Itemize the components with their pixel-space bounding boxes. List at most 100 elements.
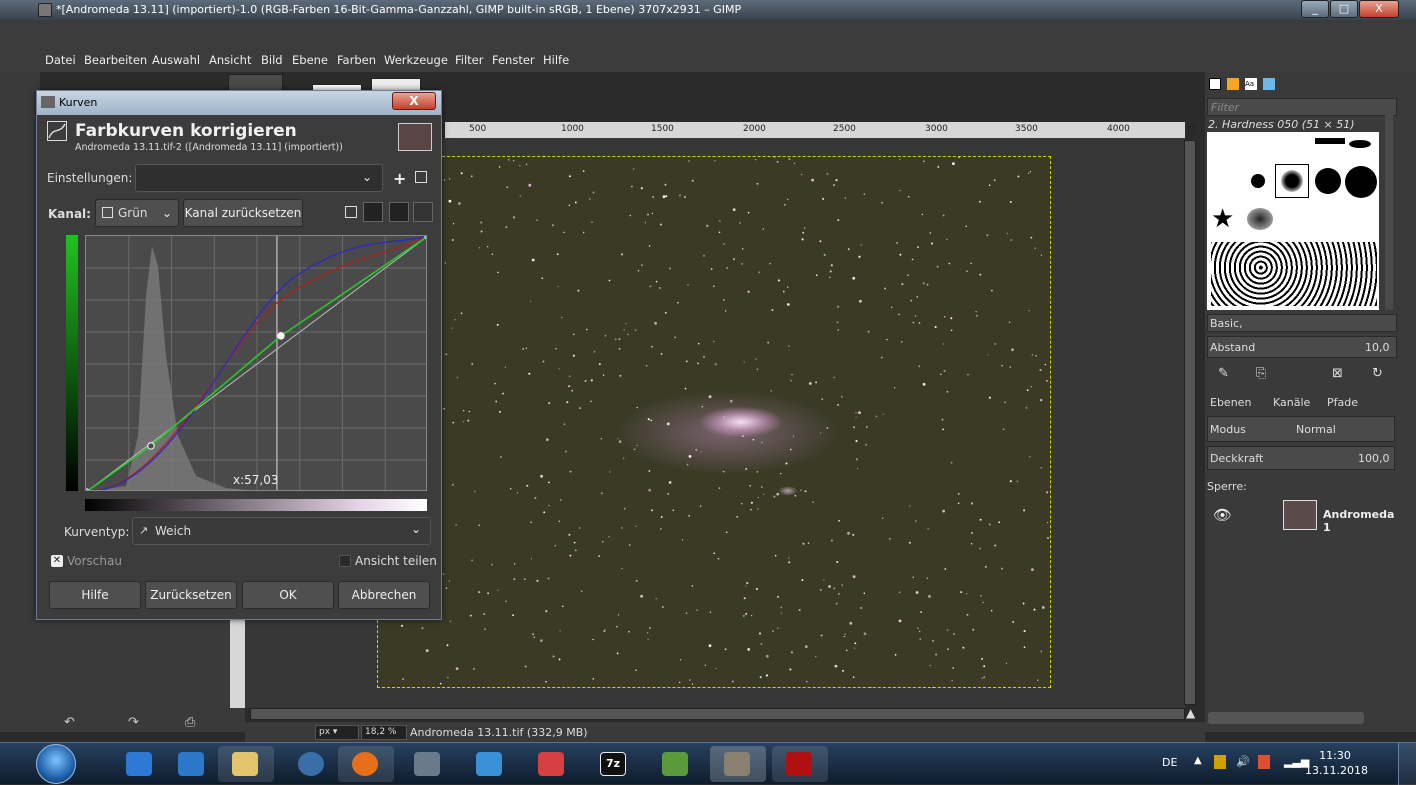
tab-layers[interactable]: Ebenen	[1210, 396, 1251, 409]
brush-hardness-050[interactable]	[1281, 170, 1303, 192]
volume-icon[interactable]: 🔊	[1236, 755, 1250, 768]
brush-filter-input[interactable]: Filter	[1207, 98, 1397, 116]
taskbar-app[interactable]	[772, 746, 828, 782]
menu-werkzeuge[interactable]: Werkzeuge	[384, 53, 448, 67]
cancel-button[interactable]: Abbrechen	[338, 581, 430, 609]
show-desktop-button[interactable]	[1398, 743, 1416, 785]
picker-settings-icon[interactable]	[413, 202, 433, 222]
taskbar-app[interactable]	[164, 746, 220, 782]
language-indicator[interactable]: DE	[1162, 756, 1177, 769]
menu-datei[interactable]: Datei	[45, 53, 76, 67]
help-button[interactable]: Hilfe	[49, 581, 141, 609]
taskbar-app[interactable]: 7z	[586, 746, 642, 782]
tray-app-icon[interactable]	[1214, 755, 1226, 769]
taskbar-app[interactable]	[524, 746, 580, 782]
ruler-tick-label: 500	[469, 124, 487, 134]
layers-scrollbar[interactable]	[1208, 712, 1364, 724]
redo-icon[interactable]: ↷	[128, 715, 139, 730]
reset-channel-button[interactable]: Kanal zurücksetzen	[183, 199, 303, 227]
minimize-button[interactable]: _	[1301, 0, 1329, 18]
print-icon[interactable]: ⎙	[185, 715, 195, 730]
tab-paths[interactable]: Pfade	[1327, 396, 1358, 409]
layer-mode-select[interactable]: Modus Normal	[1207, 416, 1395, 442]
delete-brush-icon[interactable]: ⊠	[1332, 366, 1343, 381]
brush-round-large[interactable]	[1345, 166, 1377, 198]
brush-textures[interactable]	[1211, 242, 1377, 306]
statusbar: px ▾ 18,2 % Andromeda 13.11.tif (332,9 M…	[245, 722, 1205, 742]
log-histogram-icon[interactable]	[363, 202, 383, 222]
maximize-button[interactable]: □	[1330, 0, 1358, 18]
menu-hilfe[interactable]: Hilfe	[543, 53, 569, 67]
menu-ansicht[interactable]: Ansicht	[209, 53, 251, 67]
visibility-eye-icon[interactable]: 👁	[1213, 506, 1232, 524]
tray-arrow-icon[interactable]: ▲	[1194, 755, 1202, 766]
linear-histogram-icon[interactable]	[345, 206, 357, 218]
layer-row[interactable]: 👁 Andromeda 1	[1207, 500, 1397, 534]
opacity-slider[interactable]: Deckkraft 100,0	[1207, 446, 1395, 470]
brush-round[interactable]	[1315, 168, 1341, 194]
brush-small[interactable]	[1251, 174, 1265, 188]
menu-fenster[interactable]: Fenster	[492, 53, 535, 67]
window-titlebar[interactable]: *[Andromeda 13.11] (importiert)-1.0 (RGB…	[0, 0, 1416, 20]
menu-ebene[interactable]: Ebene	[292, 53, 328, 67]
taskbar-app[interactable]	[112, 746, 168, 782]
andromeda-galaxy-image[interactable]	[377, 156, 1051, 688]
action-center-icon[interactable]	[1258, 755, 1270, 769]
taskbar-app[interactable]	[462, 746, 518, 782]
picker-icon[interactable]	[389, 202, 409, 222]
navigate-icon[interactable]: ▲	[1186, 706, 1195, 720]
refresh-brushes-icon[interactable]: ↻	[1372, 366, 1383, 381]
start-button[interactable]	[36, 744, 76, 784]
add-preset-icon[interactable]: +	[393, 169, 406, 188]
pattern-tab-icon[interactable]	[1227, 78, 1239, 90]
taskbar-app[interactable]	[710, 746, 766, 782]
taskbar-app[interactable]	[284, 746, 340, 782]
preset-menu-icon[interactable]	[415, 171, 427, 183]
new-brush-icon[interactable]: ⎘	[1256, 366, 1266, 381]
brush-star[interactable]: ★	[1211, 204, 1234, 234]
horizontal-scrollbar[interactable]	[250, 708, 1185, 720]
brush-block[interactable]	[1315, 138, 1345, 144]
taskbar-app[interactable]	[338, 746, 394, 782]
curve-type-select[interactable]: ↗ Weich ⌄	[132, 517, 431, 545]
unit-select[interactable]: px ▾	[315, 725, 359, 740]
edit-brush-icon[interactable]: ✎	[1218, 366, 1229, 381]
font-tab-icon[interactable]: Aa	[1245, 78, 1257, 90]
presets-combo[interactable]: ⌄	[135, 164, 383, 192]
menu-bild[interactable]: Bild	[261, 53, 283, 67]
unit-value: px	[319, 727, 331, 737]
zoom-select[interactable]: 18,2 %	[361, 725, 407, 740]
taskbar-app[interactable]	[648, 746, 704, 782]
menu-filter[interactable]: Filter	[455, 53, 483, 67]
split-view-checkbox[interactable]	[339, 555, 351, 567]
chevron-down-icon: ⌄	[411, 522, 422, 536]
vertical-scrollbar[interactable]	[1184, 140, 1196, 705]
brush-tag-input[interactable]: Basic,	[1207, 314, 1397, 332]
curves-graph[interactable]	[85, 235, 427, 491]
channel-select[interactable]: Grün ⌄	[95, 199, 179, 227]
menu-bearbeiten[interactable]: Bearbeiten	[84, 53, 147, 67]
document-tab-icon[interactable]	[1263, 78, 1275, 90]
brush-grid-scrollbar[interactable]	[1385, 100, 1393, 310]
brush-tab-icon[interactable]	[1209, 78, 1221, 90]
taskbar-app[interactable]	[218, 746, 274, 782]
curves-titlebar[interactable]: Kurven X	[37, 91, 441, 115]
curves-close-button[interactable]: X	[392, 92, 436, 110]
spacing-slider[interactable]: Abstand 10,0	[1207, 336, 1397, 358]
taskbar-app[interactable]	[400, 746, 456, 782]
undo-icon[interactable]: ↶	[64, 715, 75, 730]
tab-channels[interactable]: Kanäle	[1273, 396, 1310, 409]
menu-auswahl[interactable]: Auswahl	[152, 53, 200, 67]
horizontal-ruler[interactable]: 500 1000 1500 2000 2500 3000 3500 4000 ⊡	[445, 122, 1196, 138]
reset-button[interactable]: Zurücksetzen	[145, 581, 237, 609]
curves-dialog: Kurven X Farbkurven korrigieren Andromed…	[36, 90, 442, 620]
ok-button[interactable]: OK	[242, 581, 334, 609]
zoom-fit-icon[interactable]: ⊡	[1187, 123, 1196, 136]
preview-checkbox[interactable]: ✕	[51, 555, 63, 567]
brush-splatter[interactable]	[1247, 208, 1273, 230]
menu-farben[interactable]: Farben	[337, 53, 376, 67]
clock[interactable]: 11:30 13.11.2018	[1305, 748, 1368, 778]
brush-grid[interactable]: ★	[1207, 132, 1379, 310]
close-window-button[interactable]: X	[1359, 0, 1399, 18]
brush-ellipse[interactable]	[1349, 140, 1371, 148]
